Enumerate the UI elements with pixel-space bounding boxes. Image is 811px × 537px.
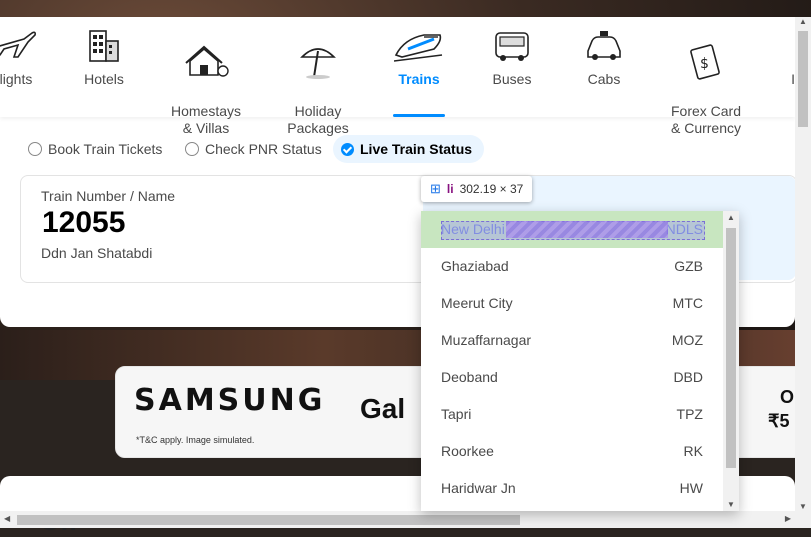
tc-note: *T&C apply. Image simulated. bbox=[136, 435, 255, 445]
nav-label-homestays: Homestays & Villas bbox=[170, 103, 242, 136]
page-vertical-scrollbar[interactable]: ▲ ▼ bbox=[795, 17, 811, 511]
tooltip-tag-name: li bbox=[446, 182, 454, 196]
holiday-icon bbox=[300, 48, 336, 79]
nav-label-holiday: Holiday Packages bbox=[287, 103, 349, 136]
train-number-field[interactable]: Train Number / Name 12055 Ddn Jan Shatab… bbox=[21, 176, 423, 280]
station-name: Meerut City bbox=[441, 295, 513, 311]
station-option[interactable]: Meerut City MTC bbox=[421, 285, 723, 322]
station-option[interactable]: Ghaziabad GZB bbox=[421, 248, 723, 285]
station-option[interactable]: Roorkee RK bbox=[421, 433, 723, 470]
cab-icon bbox=[587, 31, 621, 60]
scroll-up-arrow-icon[interactable]: ▲ bbox=[799, 17, 807, 26]
station-name: Tapri bbox=[441, 406, 472, 422]
train-number-value: 12055 bbox=[42, 206, 126, 239]
devtools-inspect-tooltip: ⊞ li 302.19 × 37 bbox=[421, 176, 533, 202]
station-option[interactable]: Haridwar Jn HW bbox=[421, 470, 723, 507]
station-code: TPZ bbox=[676, 406, 703, 422]
station-name: Haridwar Jn bbox=[441, 480, 516, 496]
nav-item-cabs[interactable]: Cabs bbox=[578, 17, 630, 117]
forex-icon: $ bbox=[690, 44, 720, 80]
samsung-logo: SAMSUNG bbox=[134, 383, 326, 418]
station-option[interactable]: Tapri TPZ bbox=[421, 396, 723, 433]
price-fragment: ₹5 bbox=[768, 411, 790, 431]
scroll-up-arrow-icon[interactable]: ▲ bbox=[727, 213, 735, 222]
nav-item-homestays[interactable]: Homestays & Villas bbox=[165, 17, 247, 136]
nav-label-buses: Buses bbox=[492, 71, 532, 87]
station-code: MTC bbox=[672, 295, 703, 311]
scroll-left-arrow-icon[interactable]: ◀ bbox=[4, 514, 10, 523]
station-code: GZB bbox=[674, 258, 703, 274]
nav-item-flights[interactable]: lights bbox=[0, 17, 46, 117]
check-circle-icon bbox=[341, 143, 354, 156]
offer-text-fragment: O bbox=[780, 387, 795, 407]
page-horizontal-scrollbar[interactable]: ◀ ▶ bbox=[0, 511, 811, 528]
nav-label-forex: Forex Card & Currency bbox=[670, 103, 742, 136]
scrollbar-thumb[interactable] bbox=[17, 515, 520, 525]
station-name: Roorkee bbox=[441, 443, 494, 459]
nav-item-trains[interactable]: Trains bbox=[393, 17, 445, 117]
scroll-right-arrow-icon[interactable]: ▶ bbox=[785, 514, 791, 523]
dropdown-scrollbar[interactable]: ▲ ▼ bbox=[723, 211, 739, 511]
nav-item-holiday-packages[interactable]: Holiday Packages bbox=[282, 17, 354, 136]
radio-circle-icon bbox=[28, 142, 42, 156]
train-icon bbox=[394, 34, 443, 62]
station-name: Ghaziabad bbox=[441, 258, 509, 274]
radio-check-pnr-status[interactable]: Check PNR Status bbox=[185, 135, 322, 163]
station-option[interactable]: Deoband DBD bbox=[421, 359, 723, 396]
scrollbar-thumb[interactable] bbox=[726, 228, 736, 468]
nav-item-hotels[interactable]: Hotels bbox=[74, 17, 134, 117]
radio-live-train-status[interactable]: Live Train Status bbox=[333, 135, 485, 163]
scroll-down-arrow-icon[interactable]: ▼ bbox=[799, 502, 807, 511]
nav-label-trains: Trains bbox=[398, 71, 440, 87]
station-name: Muzaffarnagar bbox=[441, 332, 532, 348]
station-name: Deoband bbox=[441, 369, 498, 385]
train-field-label: Train Number / Name bbox=[41, 188, 176, 204]
hotel-icon bbox=[89, 30, 119, 62]
scrollbar-thumb[interactable] bbox=[798, 31, 808, 127]
radio-circle-icon bbox=[185, 142, 199, 156]
station-dropdown: New Delhi NDLS Ghaziabad GZB Meerut City… bbox=[421, 211, 739, 511]
station-code: HW bbox=[679, 480, 703, 496]
nav-item-forex[interactable]: $ Forex Card & Currency bbox=[668, 17, 744, 136]
radio-label: Check PNR Status bbox=[205, 141, 322, 157]
nav-label-cabs: Cabs bbox=[587, 71, 621, 87]
homestay-icon bbox=[185, 45, 229, 77]
train-name-value: Ddn Jan Shatabdi bbox=[41, 245, 153, 261]
radio-book-train-tickets[interactable]: Book Train Tickets bbox=[28, 135, 162, 163]
scroll-down-arrow-icon[interactable]: ▼ bbox=[727, 500, 735, 509]
product-nav: lights Hotels Homestays & Villas Holiday… bbox=[0, 17, 803, 136]
radio-label: Live Train Status bbox=[360, 141, 473, 157]
nav-label-flights: lights bbox=[0, 71, 33, 87]
bus-icon bbox=[495, 32, 529, 61]
svg-text:$: $ bbox=[700, 56, 709, 72]
devtools-padding-highlight bbox=[506, 221, 668, 238]
radio-label: Book Train Tickets bbox=[48, 141, 163, 157]
station-option[interactable]: Muzaffarnagar MOZ bbox=[421, 322, 723, 359]
tooltip-dimensions: 302.19 × 37 bbox=[459, 182, 524, 196]
station-code: MOZ bbox=[671, 332, 703, 348]
product-name-fragment: Gal bbox=[360, 393, 406, 424]
station-code: RK bbox=[683, 443, 703, 459]
nav-item-buses[interactable]: Buses bbox=[486, 17, 538, 117]
flight-icon bbox=[0, 31, 36, 58]
grid-layout-icon: ⊞ bbox=[430, 181, 441, 196]
station-list: New Delhi NDLS Ghaziabad GZB Meerut City… bbox=[421, 211, 723, 507]
nav-label-hotels: Hotels bbox=[84, 71, 124, 87]
station-code: DBD bbox=[673, 369, 703, 385]
